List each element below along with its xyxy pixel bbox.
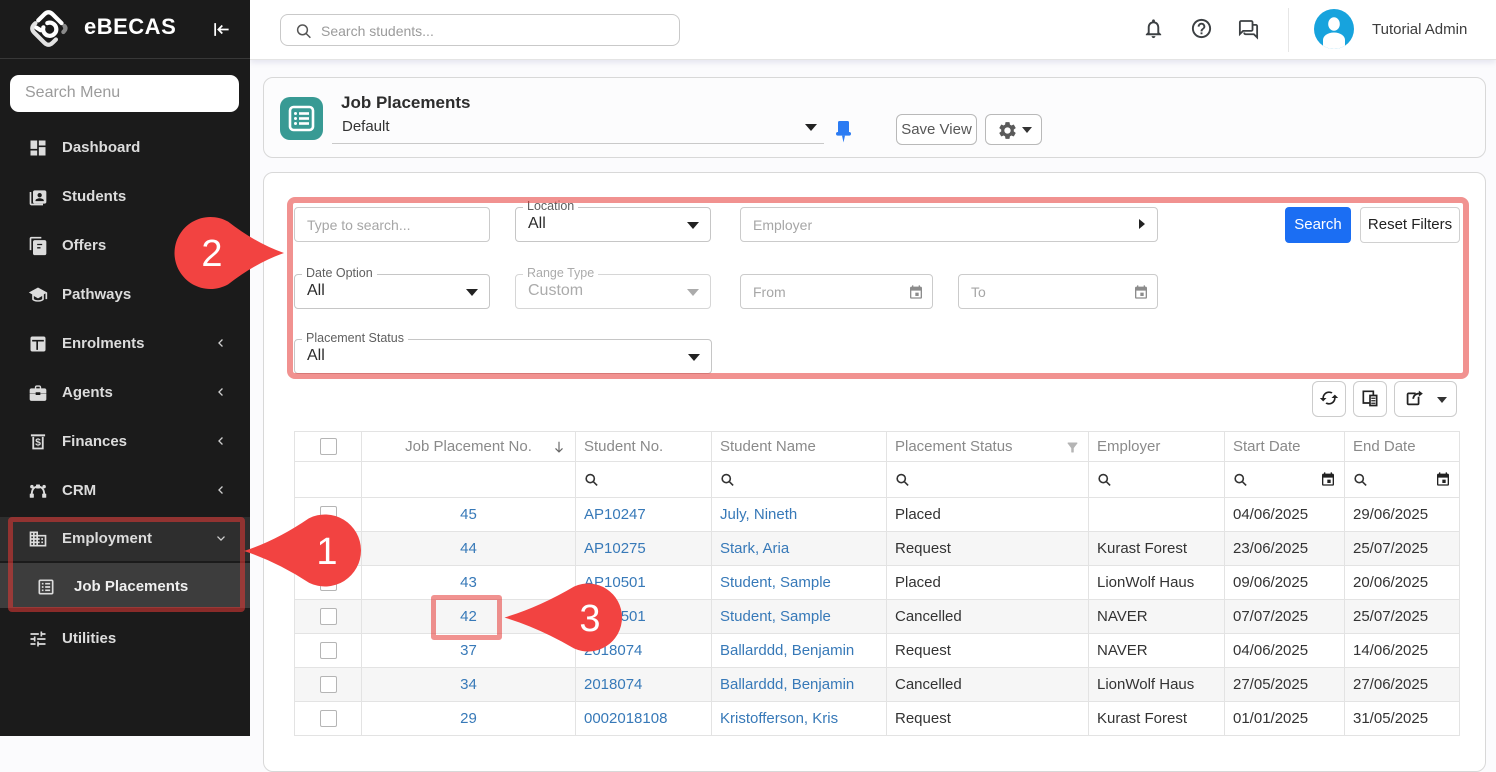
svg-text:$: $: [35, 437, 41, 448]
